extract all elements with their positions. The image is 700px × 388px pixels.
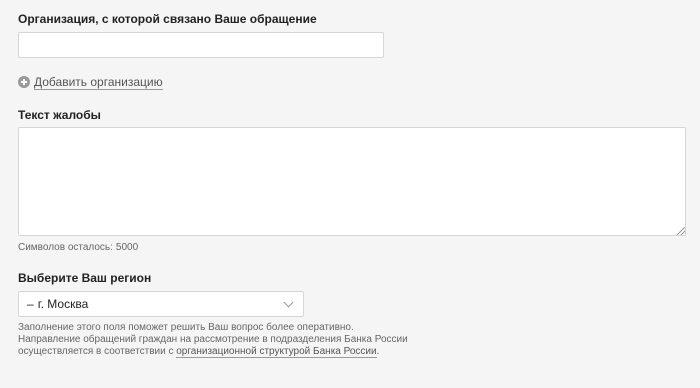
add-organization-label[interactable]: Добавить организацию — [34, 75, 163, 90]
region-select[interactable]: – г. Москва — [18, 291, 304, 317]
org-structure-link[interactable]: организационной структурой Банка России — [176, 346, 377, 358]
help-line-3: осуществляется в соответствии с организа… — [18, 346, 418, 358]
region-selected-value: г. Москва — [37, 297, 89, 311]
add-organization-button[interactable]: Добавить организацию — [18, 74, 163, 90]
help-line-2: Направление обращений граждан на рассмот… — [18, 334, 408, 345]
complaint-text-label: Текст жалобы — [18, 108, 101, 122]
counter-label: Символов осталось: — [18, 242, 113, 253]
region-dash: – — [27, 297, 34, 311]
region-label: Выберите Ваш регион — [18, 271, 152, 285]
plus-circle-icon[interactable] — [18, 76, 30, 88]
help-line-3-suffix: . — [376, 346, 380, 357]
characters-remaining: Символов осталось: 5000 — [18, 242, 138, 254]
complaint-textarea[interactable] — [18, 127, 686, 236]
region-help-text: Заполнение этого поля поможет решить Ваш… — [18, 322, 418, 358]
help-line-1: Заполнение этого поля поможет решить Ваш… — [18, 322, 354, 333]
counter-value: 5000 — [115, 242, 139, 253]
help-line-3-prefix: осуществляется в соответствии с — [18, 346, 177, 357]
chevron-down-icon[interactable] — [283, 297, 294, 307]
organization-label: Организация, с которой связано Ваше обра… — [18, 12, 317, 26]
organization-input[interactable] — [18, 32, 384, 58]
resize-handle-icon[interactable] — [677, 227, 685, 235]
